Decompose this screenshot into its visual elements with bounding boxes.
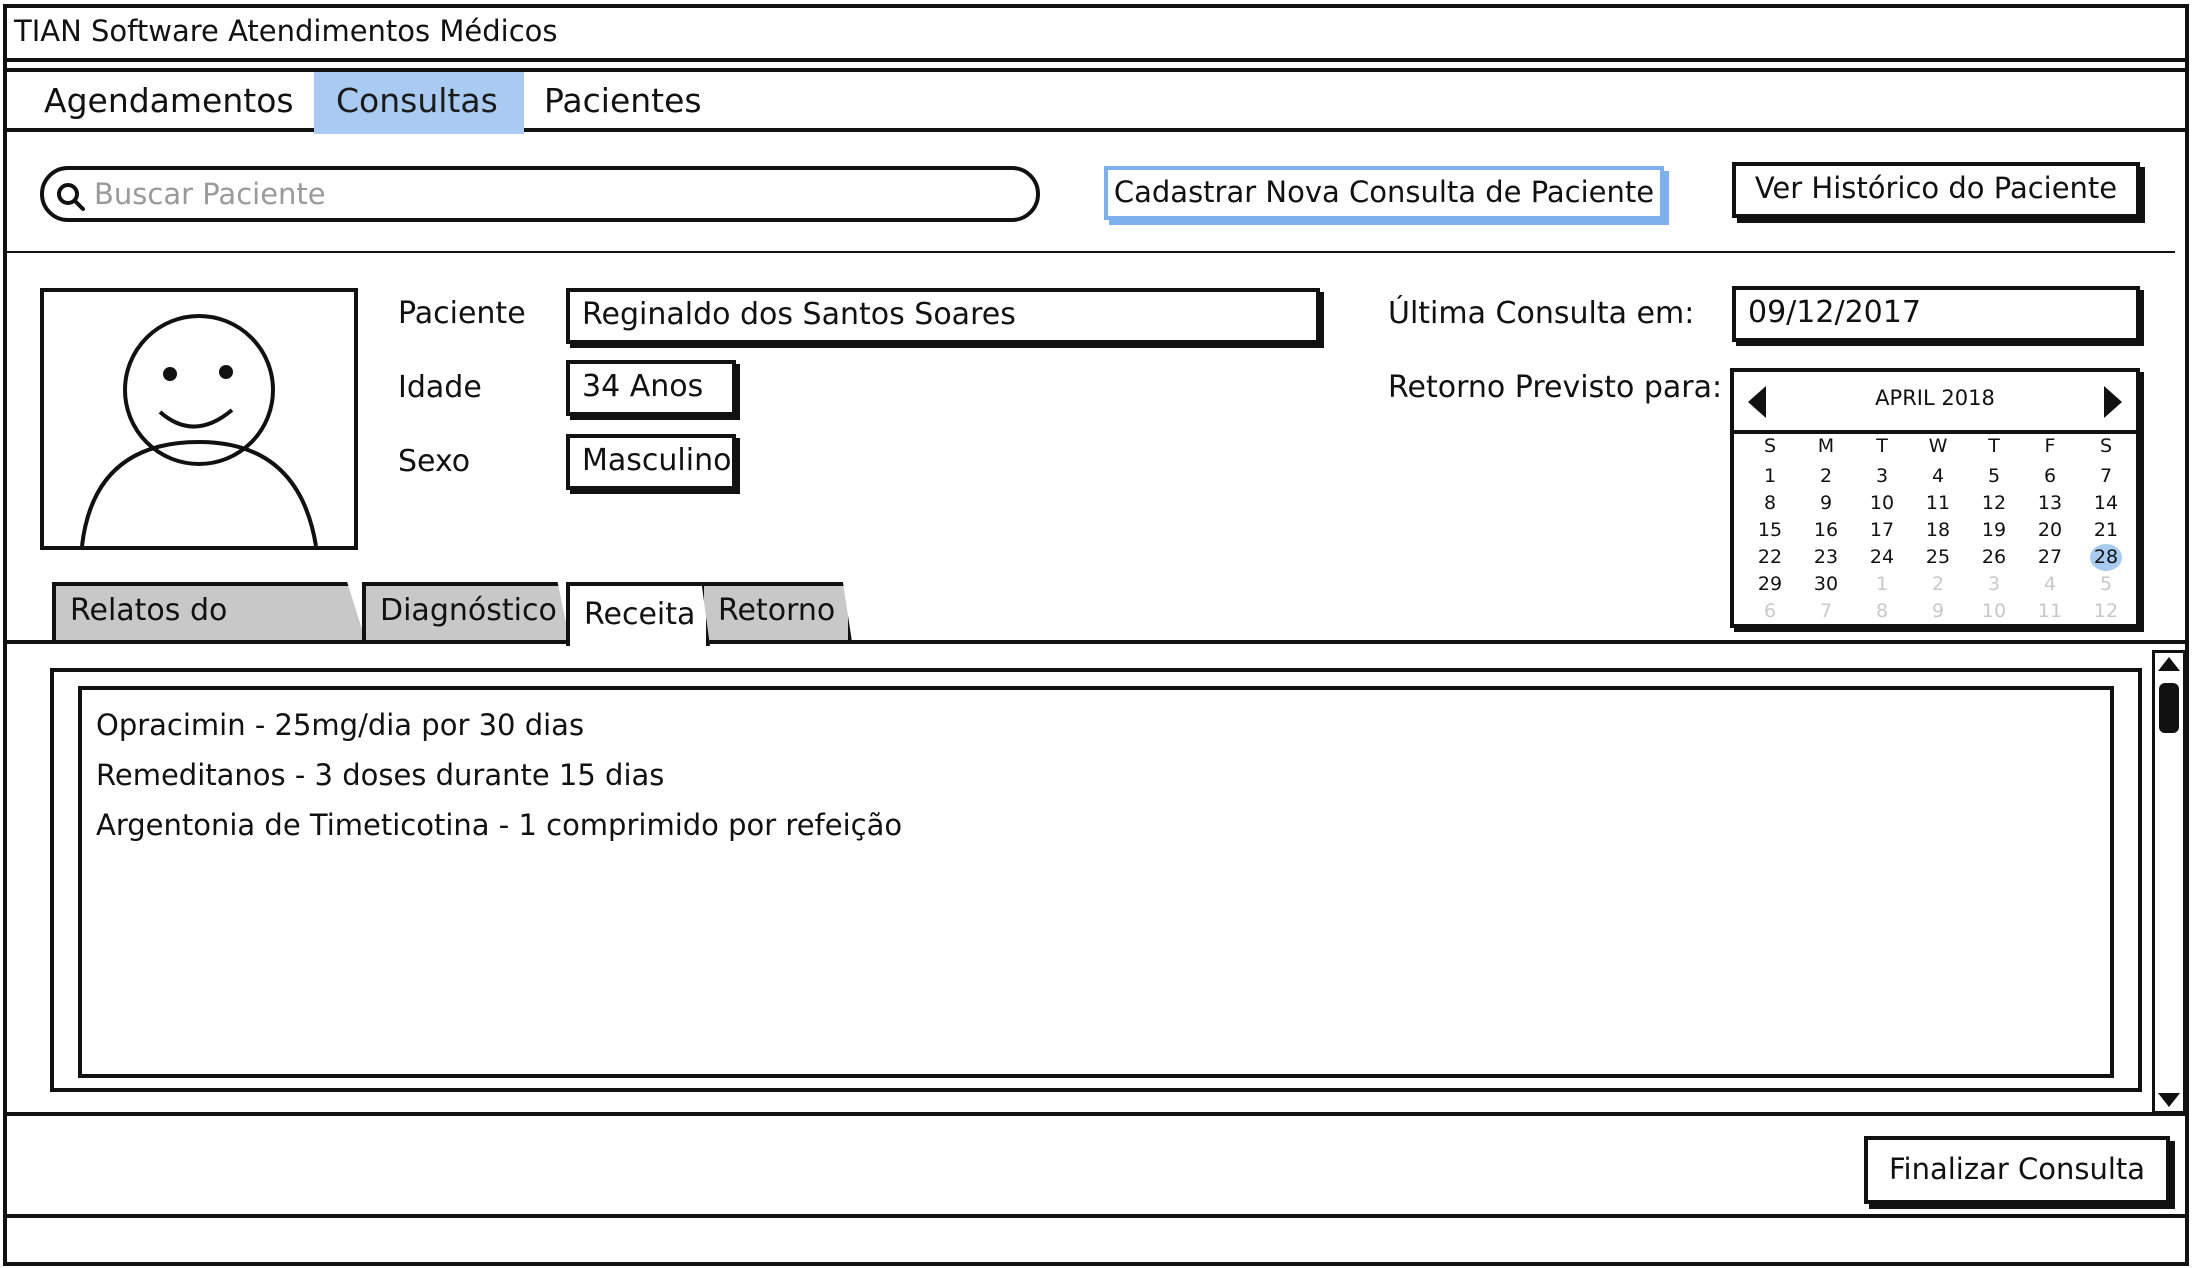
scroll-up-icon[interactable] (2158, 657, 2180, 671)
calendar-day[interactable]: 29 (1742, 571, 1798, 598)
menu-item-pacientes[interactable]: Pacientes (522, 72, 724, 134)
calendar-day[interactable]: 6 (2022, 463, 2078, 490)
divider (3, 251, 2175, 253)
patient-history-button[interactable]: Ver Histórico do Paciente (1732, 162, 2140, 218)
patient-sex-label: Sexo (398, 444, 471, 479)
vertical-scrollbar[interactable] (2152, 650, 2186, 1114)
chevron-right-icon[interactable] (2104, 386, 2122, 418)
calendar-day[interactable]: 16 (1798, 517, 1854, 544)
calendar-header: APRIL 2018 (1734, 372, 2136, 434)
calendar-day[interactable]: 21 (2078, 517, 2134, 544)
calendar-week: 15 16 17 18 19 20 21 (1742, 517, 2134, 544)
calendar-day-next-month[interactable]: 7 (1798, 598, 1854, 625)
menu-item-agendamentos[interactable]: Agendamentos (22, 72, 316, 134)
calendar-day-selected[interactable]: 28 (2090, 544, 2122, 571)
window-title: TIAN Software Atendimentos Médicos (14, 14, 558, 48)
weekday: S (1763, 435, 1777, 457)
calendar-day[interactable]: 3 (1854, 463, 1910, 490)
calendar-day-next-month[interactable]: 12 (2078, 598, 2134, 625)
tab-baseline (3, 640, 2189, 644)
prescription-line: Remeditanos - 3 doses durante 15 dias (96, 758, 665, 792)
calendar-week: 1 2 3 4 5 6 7 (1742, 463, 2134, 490)
prescription-line: Opracimin - 25mg/dia por 30 dias (96, 708, 585, 742)
weekday: W (1928, 435, 1948, 457)
weekday: M (1817, 435, 1835, 457)
calendar-week: 6 7 8 9 10 11 12 (1742, 598, 2134, 625)
calendar-day-next-month[interactable]: 3 (1966, 571, 2022, 598)
prescription-line: Argentonia de Timeticotina - 1 comprimid… (96, 808, 903, 842)
finish-consultation-button[interactable]: Finalizar Consulta (1864, 1136, 2170, 1204)
calendar-day[interactable]: 20 (2022, 517, 2078, 544)
calendar-day[interactable]: 9 (1798, 490, 1854, 517)
tab-receita[interactable]: Receita (566, 582, 710, 646)
calendar-day[interactable]: 13 (2022, 490, 2078, 517)
tab-diagnostico[interactable]: Diagnóstico (362, 582, 570, 642)
calendar-day[interactable]: 23 (1798, 544, 1854, 571)
calendar-day[interactable]: 25 (1910, 544, 1966, 571)
calendar-day[interactable]: 5 (1966, 463, 2022, 490)
calendar-weekdays: S M T W T F S (1742, 436, 2134, 463)
prescription-textarea[interactable]: Opracimin - 25mg/dia por 30 dias Remedit… (78, 686, 2114, 1078)
menu-item-consultas[interactable]: Consultas (314, 72, 524, 134)
return-date-label: Retorno Previsto para: (1388, 370, 1723, 405)
calendar-grid: S M T W T F S 1 2 3 4 5 6 7 8 9 10 11 12… (1742, 436, 2134, 625)
calendar-day[interactable]: 1 (1742, 463, 1798, 490)
calendar-day-next-month[interactable]: 9 (1910, 598, 1966, 625)
calendar-day[interactable]: 27 (2022, 544, 2078, 571)
last-visit-field[interactable]: 09/12/2017 (1732, 286, 2140, 342)
calendar-day[interactable]: 24 (1854, 544, 1910, 571)
weekday: S (2099, 435, 2113, 457)
calendar-day[interactable]: 12 (1966, 490, 2022, 517)
search-icon (57, 183, 85, 211)
weekday: T (1876, 435, 1888, 457)
calendar-day-next-month[interactable]: 2 (1910, 571, 1966, 598)
weekday: T (1988, 435, 2000, 457)
patient-name-field[interactable]: Reginaldo dos Santos Soares (566, 288, 1320, 344)
calendar-week: 29 30 1 2 3 4 5 (1742, 571, 2134, 598)
scroll-down-icon[interactable] (2158, 1093, 2180, 1107)
calendar-day[interactable]: 17 (1854, 517, 1910, 544)
calendar-day-next-month[interactable]: 5 (2078, 571, 2134, 598)
calendar-day[interactable]: 15 (1742, 517, 1798, 544)
calendar-day[interactable]: 10 (1854, 490, 1910, 517)
status-bar-divider (3, 1214, 2189, 1218)
return-date-calendar[interactable]: APRIL 2018 S M T W T F S 1 2 3 4 5 6 7 8… (1730, 368, 2140, 628)
new-consultation-button[interactable]: Cadastrar Nova Consulta de Paciente (1104, 166, 1664, 220)
calendar-day[interactable]: 30 (1798, 571, 1854, 598)
calendar-week: 22 23 24 25 26 27 28 (1742, 544, 2134, 571)
calendar-day[interactable]: 26 (1966, 544, 2022, 571)
patient-sex-field[interactable]: Masculino (566, 434, 736, 490)
calendar-day[interactable]: 11 (1910, 490, 1966, 517)
patient-age-field[interactable]: 34 Anos (566, 360, 736, 416)
calendar-day[interactable]: 8 (1742, 490, 1798, 517)
calendar-day[interactable]: 18 (1910, 517, 1966, 544)
calendar-month: APRIL 2018 (1875, 386, 1995, 410)
search-input[interactable] (94, 174, 994, 214)
scroll-thumb[interactable] (2159, 683, 2179, 733)
calendar-day[interactable]: 7 (2078, 463, 2134, 490)
tab-retorno[interactable]: Retorno (700, 582, 852, 642)
calendar-day[interactable]: 4 (1910, 463, 1966, 490)
avatar (40, 288, 358, 550)
search-bar (40, 166, 1040, 222)
calendar-day-next-month[interactable]: 8 (1854, 598, 1910, 625)
calendar-day-next-month[interactable]: 6 (1742, 598, 1798, 625)
calendar-day-next-month[interactable]: 11 (2022, 598, 2078, 625)
last-visit-label: Última Consulta em: (1388, 296, 1695, 331)
calendar-day-next-month[interactable]: 4 (2022, 571, 2078, 598)
patient-age-label: Idade (398, 370, 482, 405)
avatar-placeholder-icon (80, 314, 318, 546)
calendar-day[interactable]: 14 (2078, 490, 2134, 517)
tab-relatos-do-paciente[interactable]: Relatos do Paciente (52, 582, 366, 642)
weekday: F (2044, 435, 2056, 457)
calendar-week: 8 9 10 11 12 13 14 (1742, 490, 2134, 517)
calendar-day[interactable]: 2 (1798, 463, 1854, 490)
calendar-day-next-month[interactable]: 1 (1854, 571, 1910, 598)
divider (3, 1112, 2189, 1116)
patient-name-label: Paciente (398, 296, 526, 331)
calendar-day[interactable]: 22 (1742, 544, 1798, 571)
calendar-day-next-month[interactable]: 10 (1966, 598, 2022, 625)
calendar-day[interactable]: 19 (1966, 517, 2022, 544)
